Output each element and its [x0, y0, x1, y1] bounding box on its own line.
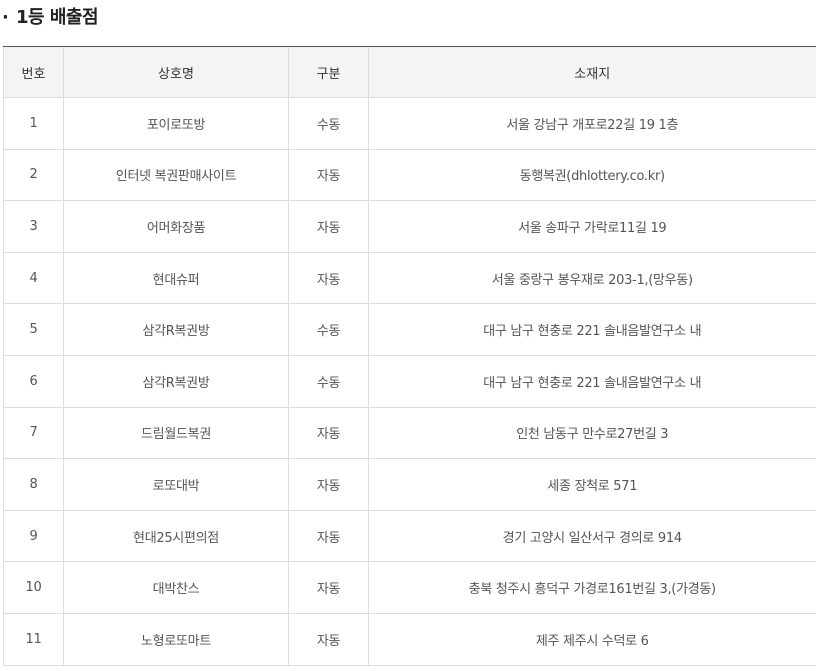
page-title: 1등 배출점 — [16, 7, 99, 28]
section-title: · 1등 배출점 — [2, 4, 99, 32]
cell-address: 인천 남동구 만수로27번길 3 — [368, 407, 816, 460]
cell-no: 5 — [3, 303, 64, 356]
cell-store-name: 삼각R복권방 — [63, 355, 289, 408]
cell-store-name: 어머화장품 — [63, 200, 289, 253]
table-header-row: 번호 상호명 구분 소재지 — [3, 46, 816, 98]
header-store-name: 상호명 — [63, 46, 289, 98]
winning-stores-table: 번호 상호명 구분 소재지 1 포이로또방 수동 서울 강남구 개포로22길 19 1… — [3, 46, 816, 666]
cell-no: 1 — [3, 97, 64, 150]
table-row: 7 드림월드복권 자동 인천 남동구 만수로27번길 3 — [3, 407, 816, 460]
table-row: 2 인터넷 복권판매사이트 자동 동행복권(dhlottery.co.kr) — [3, 149, 816, 202]
cell-address: 동행복권(dhlottery.co.kr) — [368, 149, 816, 202]
header-address: 소재지 — [368, 46, 816, 98]
cell-no: 10 — [3, 561, 64, 614]
cell-address: 경기 고양시 일산서구 경의로 914 — [368, 510, 816, 563]
cell-store-name: 현대25시편의점 — [63, 510, 289, 563]
cell-store-name: 현대슈퍼 — [63, 252, 289, 305]
table-row: 6 삼각R복권방 수동 대구 남구 현충로 221 솔내음발연구소 내 — [3, 355, 816, 408]
cell-type: 수동 — [288, 97, 369, 150]
cell-type: 자동 — [288, 149, 369, 202]
cell-type: 자동 — [288, 458, 369, 511]
cell-no: 8 — [3, 458, 64, 511]
cell-address: 충북 청주시 흥덕구 가경로161번길 3,(가경동) — [368, 561, 816, 614]
cell-no: 11 — [3, 613, 64, 666]
cell-store-name: 로또대박 — [63, 458, 289, 511]
table-row: 5 삼각R복권방 수동 대구 남구 현충로 221 솔내음발연구소 내 — [3, 303, 816, 356]
cell-no: 3 — [3, 200, 64, 253]
table-row: 1 포이로또방 수동 서울 강남구 개포로22길 19 1층 — [3, 97, 816, 150]
cell-address: 대구 남구 현충로 221 솔내음발연구소 내 — [368, 303, 816, 356]
cell-no: 6 — [3, 355, 64, 408]
table-row: 4 현대슈퍼 자동 서울 중랑구 봉우재로 203-1,(망우동) — [3, 252, 816, 305]
cell-address: 서울 강남구 개포로22길 19 1층 — [368, 97, 816, 150]
table-row: 11 노형로또마트 자동 제주 제주시 수덕로 6 — [3, 613, 816, 666]
cell-no: 4 — [3, 252, 64, 305]
cell-no: 7 — [3, 407, 64, 460]
table-row: 8 로또대박 자동 세종 장척로 571 — [3, 458, 816, 511]
cell-address: 세종 장척로 571 — [368, 458, 816, 511]
cell-type: 자동 — [288, 407, 369, 460]
cell-type: 수동 — [288, 355, 369, 408]
cell-type: 자동 — [288, 561, 369, 614]
cell-type: 수동 — [288, 303, 369, 356]
cell-type: 자동 — [288, 200, 369, 253]
cell-store-name: 포이로또방 — [63, 97, 289, 150]
cell-type: 자동 — [288, 613, 369, 666]
title-bullet: · — [2, 7, 9, 28]
cell-address: 서울 중랑구 봉우재로 203-1,(망우동) — [368, 252, 816, 305]
header-no: 번호 — [3, 46, 64, 98]
cell-store-name: 드림월드복권 — [63, 407, 289, 460]
cell-store-name: 삼각R복권방 — [63, 303, 289, 356]
cell-address: 대구 남구 현충로 221 솔내음발연구소 내 — [368, 355, 816, 408]
table-row: 9 현대25시편의점 자동 경기 고양시 일산서구 경의로 914 — [3, 510, 816, 563]
cell-address: 서울 송파구 가락로11길 19 — [368, 200, 816, 253]
header-type: 구분 — [288, 46, 369, 98]
cell-address: 제주 제주시 수덕로 6 — [368, 613, 816, 666]
cell-type: 자동 — [288, 252, 369, 305]
cell-store-name: 대박찬스 — [63, 561, 289, 614]
cell-store-name: 인터넷 복권판매사이트 — [63, 149, 289, 202]
cell-store-name: 노형로또마트 — [63, 613, 289, 666]
table-row: 10 대박찬스 자동 충북 청주시 흥덕구 가경로161번길 3,(가경동) — [3, 561, 816, 614]
table-row: 3 어머화장품 자동 서울 송파구 가락로11길 19 — [3, 200, 816, 253]
cell-no: 9 — [3, 510, 64, 563]
cell-type: 자동 — [288, 510, 369, 563]
cell-no: 2 — [3, 149, 64, 202]
